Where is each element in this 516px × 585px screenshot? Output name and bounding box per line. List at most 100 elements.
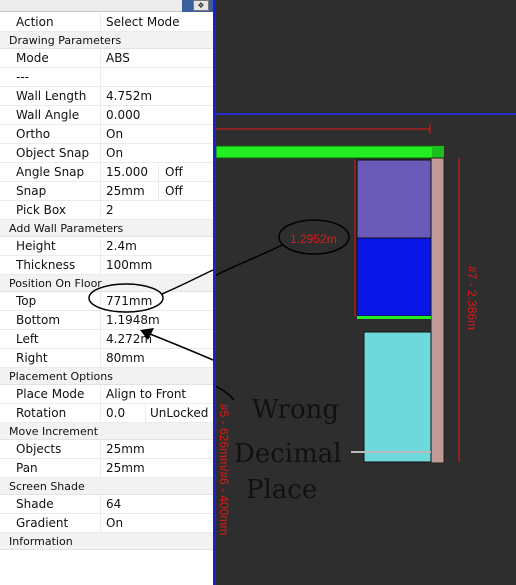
property-value[interactable]: 0.000 — [100, 106, 213, 124]
annotation-line-1: Wrong — [252, 395, 339, 425]
property-top[interactable]: Top 771mm — [0, 292, 213, 311]
property-label: Pick Box — [16, 203, 66, 217]
property-wall-angle[interactable]: Wall Angle 0.000 — [0, 106, 213, 125]
property-extra-toggle[interactable]: Off — [158, 182, 213, 200]
property-separator[interactable]: --- — [0, 68, 213, 87]
property-bottom[interactable]: Bottom 1.1948m — [0, 311, 213, 330]
property-label: Gradient — [16, 516, 69, 530]
section-placement-options[interactable]: Placement Options — [0, 368, 213, 385]
dimension-label-bubble: 1.2952m — [290, 232, 337, 246]
cabinet-strip — [357, 316, 431, 319]
property-value[interactable]: On — [100, 125, 213, 143]
property-place-mode[interactable]: Place Mode Align to Front — [0, 385, 213, 404]
property-value[interactable]: On — [100, 514, 213, 532]
section-label: Drawing Parameters — [9, 34, 122, 47]
property-label: Wall Length — [16, 89, 87, 103]
property-label: Place Mode — [16, 387, 85, 401]
section-add-wall-parameters[interactable]: Add Wall Parameters — [0, 220, 213, 237]
property-pan[interactable]: Pan 25mm — [0, 459, 213, 478]
property-value[interactable]: 2 — [100, 201, 213, 219]
property-label: Thickness — [16, 258, 76, 272]
property-value[interactable] — [100, 68, 213, 86]
section-move-increment[interactable]: Move Increment — [0, 423, 213, 440]
property-value[interactable]: 100mm — [100, 256, 213, 274]
cabinet-purple[interactable] — [356, 159, 432, 239]
property-label: Snap — [16, 184, 47, 198]
section-information[interactable]: Information — [0, 533, 213, 550]
property-extra-toggle[interactable]: Off — [158, 163, 213, 181]
wall-green-end — [432, 146, 444, 158]
cabinet-cyan[interactable] — [363, 331, 432, 463]
property-label: Left — [16, 332, 39, 346]
property-value[interactable]: 771mm — [100, 292, 213, 310]
property-height[interactable]: Height 2.4m — [0, 237, 213, 256]
property-value[interactable]: 64 — [100, 495, 213, 513]
pin-icon[interactable]: ❖ — [193, 0, 209, 11]
property-label: Top — [16, 294, 37, 308]
annotation-line-2: Decimal — [234, 439, 342, 469]
cabinet-blue[interactable] — [356, 237, 432, 317]
property-pick-box[interactable]: Pick Box 2 — [0, 201, 213, 220]
property-value[interactable]: Select Mode — [100, 13, 213, 31]
property-label: Shade — [16, 497, 54, 511]
property-object-snap[interactable]: Object Snap On — [0, 144, 213, 163]
wall-green[interactable] — [216, 145, 446, 159]
property-label: Bottom — [16, 313, 61, 327]
property-angle-snap[interactable]: Angle Snap 15.000 Off — [0, 163, 213, 182]
property-label: Ortho — [16, 127, 51, 141]
property-label: Objects — [16, 442, 62, 456]
property-label: Pan — [16, 461, 38, 475]
property-value[interactable]: 4.272m — [100, 330, 213, 348]
annotation-curve-left — [216, 385, 235, 401]
property-right[interactable]: Right 80mm — [0, 349, 213, 368]
property-label: Right — [16, 351, 48, 365]
property-value[interactable]: 2.4m — [100, 237, 213, 255]
section-label: Screen Shade — [9, 480, 85, 493]
dimension-label-bottom: #5 - 626mm/#6 - 400mm — [217, 404, 231, 535]
property-value[interactable]: 80mm — [100, 349, 213, 367]
property-action[interactable]: Action Select Mode — [0, 13, 213, 32]
property-label: Object Snap — [16, 146, 90, 160]
property-label: Height — [16, 239, 56, 253]
property-label: --- — [16, 70, 29, 84]
property-rotation[interactable]: Rotation 0.0 UnLocked — [0, 404, 213, 423]
property-list: Action Select Mode Drawing Parameters Mode A… — [0, 13, 213, 550]
property-label: Wall Angle — [16, 108, 80, 122]
property-label: Action — [16, 15, 54, 29]
property-label: Mode — [16, 51, 49, 65]
property-value[interactable]: 4.752m — [100, 87, 213, 105]
annotation-curve-top — [216, 244, 283, 277]
viewport-canvas[interactable]: #7 - 2.386m #5 - 626mm/#6 - 400mm 1.2952… — [216, 0, 516, 585]
property-value[interactable]: ABS — [100, 49, 213, 67]
property-gradient[interactable]: Gradient On — [0, 514, 213, 533]
property-label: Angle Snap — [16, 165, 85, 179]
property-thickness[interactable]: Thickness 100mm — [0, 256, 213, 275]
side-panel[interactable] — [430, 157, 445, 464]
property-left[interactable]: Left 4.272m — [0, 330, 213, 349]
property-value[interactable]: 25mm — [100, 440, 213, 458]
property-ortho[interactable]: Ortho On — [0, 125, 213, 144]
property-value[interactable]: Align to Front — [100, 385, 213, 403]
dimension-label-right: #7 - 2.386m — [465, 266, 479, 330]
property-mode[interactable]: Mode ABS — [0, 49, 213, 68]
property-wall-length[interactable]: Wall Length 4.752m — [0, 87, 213, 106]
property-value[interactable]: 25mm — [100, 459, 213, 477]
drawing-viewport[interactable]: #7 - 2.386m #5 - 626mm/#6 - 400mm 1.2952… — [213, 0, 516, 585]
property-shade[interactable]: Shade 64 — [0, 495, 213, 514]
property-label: Rotation — [16, 406, 67, 420]
property-value[interactable]: On — [100, 144, 213, 162]
property-extra-toggle[interactable]: UnLocked — [145, 404, 213, 422]
section-position-on-floor[interactable]: Position On Floor — [0, 275, 213, 292]
property-value[interactable]: 1.1948m — [100, 311, 213, 329]
section-label: Information — [9, 535, 73, 548]
section-label: Add Wall Parameters — [9, 222, 124, 235]
section-label: Placement Options — [9, 370, 113, 383]
annotation-line-3: Place — [246, 475, 317, 505]
section-label: Move Increment — [9, 425, 99, 438]
section-screen-shade[interactable]: Screen Shade — [0, 478, 213, 495]
property-panel: ❖ Action Select Mode Drawing Parameters Mod… — [0, 0, 213, 585]
property-snap[interactable]: Snap 25mm Off — [0, 182, 213, 201]
section-label: Position On Floor — [9, 277, 102, 290]
property-objects[interactable]: Objects 25mm — [0, 440, 213, 459]
section-drawing-parameters[interactable]: Drawing Parameters — [0, 32, 213, 49]
